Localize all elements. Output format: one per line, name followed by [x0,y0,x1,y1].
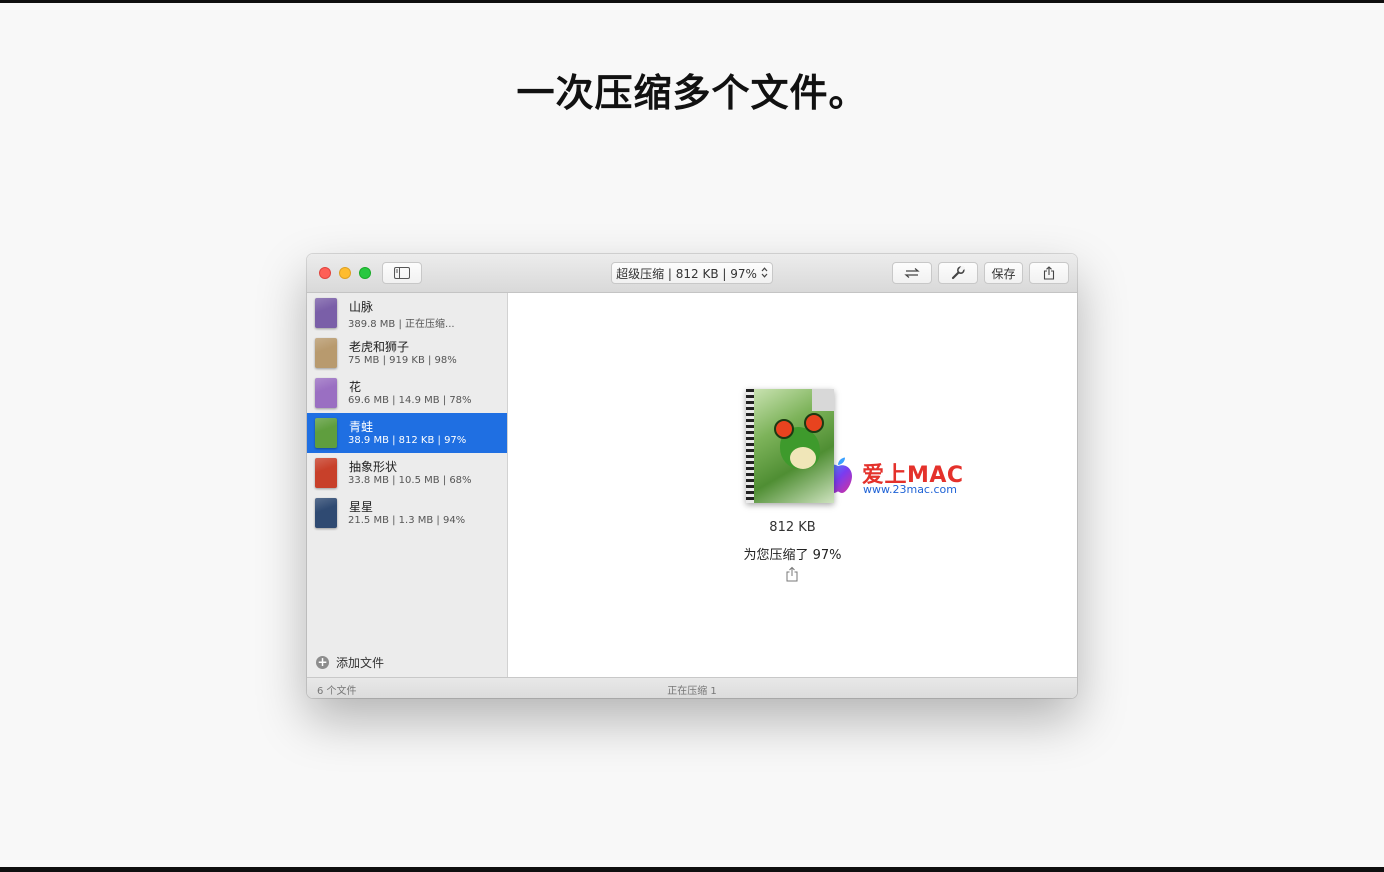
updown-chevron-icon [761,266,768,280]
title-bar: 超级压缩 | 812 KB | 97% 保存 [307,254,1077,293]
file-thumbnail [315,298,337,328]
save-button[interactable]: 保存 [984,262,1023,284]
compressed-size: 812 KB [769,520,816,535]
file-name: 星星 [349,500,374,514]
zoom-button[interactable] [359,267,371,279]
file-name: 青蛙 [349,420,374,434]
file-thumbnail [315,378,337,408]
add-file-label: 添加文件 [336,655,385,670]
compression-mode-label: 超级压缩 | 812 KB | 97% [616,266,757,281]
swap-arrows-icon [904,268,920,278]
share-icon[interactable] [785,566,799,582]
app-window: 超级压缩 | 812 KB | 97% 保存 山脉 389.8 MB | 正在压… [307,254,1077,698]
file-item-mountain[interactable]: 山脉 389.8 MB | 正在压缩... [307,293,507,333]
page-fold [812,389,834,411]
add-file-button[interactable]: + 添加文件 [316,654,384,670]
top-border [0,0,1384,3]
wrench-icon [951,266,965,280]
compressed-file-preview [746,389,834,503]
watermark: 爱上MAC www.23mac.com [821,454,1021,499]
compression-mode-select[interactable]: 超级压缩 | 812 KB | 97% [611,262,773,284]
file-thumbnail [315,418,337,448]
minimize-button[interactable] [339,267,351,279]
status-bar: 6 个文件 正在压缩 1 [307,677,1077,698]
file-meta: 21.5 MB | 1.3 MB | 94% [348,515,466,526]
bottom-border [0,867,1384,872]
frog-eye [774,419,794,439]
file-meta: 75 MB | 919 KB | 98% [348,355,457,366]
film-edge [746,389,754,503]
sidebar-toggle-button[interactable] [382,262,422,284]
file-item-frog[interactable]: 青蛙 38.9 MB | 812 KB | 97% [307,413,507,453]
frog-eye [804,413,824,433]
preview-pane: 爱上MAC www.23mac.com 812 KB 为您压缩了 97% [508,293,1077,677]
file-item-flower[interactable]: 花 69.6 MB | 14.9 MB | 78% [307,373,507,413]
file-item-tiger-lion[interactable]: 老虎和狮子 75 MB | 919 KB | 98% [307,333,507,373]
file-item-stars[interactable]: 星星 21.5 MB | 1.3 MB | 94% [307,493,507,533]
page-headline: 一次压缩多个文件。 [516,71,868,115]
compression-status: 正在压缩 1 [667,686,717,697]
share-button[interactable] [1029,262,1069,284]
sidebar-icon [394,267,410,279]
share-icon [1043,266,1055,280]
close-button[interactable] [319,267,331,279]
file-item-abstract-shapes[interactable]: 抽象形状 33.8 MB | 10.5 MB | 68% [307,453,507,493]
file-sidebar: 山脉 389.8 MB | 正在压缩... 老虎和狮子 75 MB | 919 … [307,293,508,677]
file-name: 老虎和狮子 [349,340,410,354]
file-thumbnail [315,458,337,488]
plus-circle-icon: + [316,654,329,669]
file-meta: 69.6 MB | 14.9 MB | 78% [348,395,472,406]
file-name: 抽象形状 [349,460,398,474]
watermark-url: www.23mac.com [863,483,957,496]
file-meta: 33.8 MB | 10.5 MB | 68% [348,475,472,486]
savings-text: 为您压缩了 97% [743,548,842,563]
convert-button[interactable] [892,262,932,284]
file-name: 花 [349,380,362,394]
file-thumbnail [315,498,337,528]
file-thumbnail [315,338,337,368]
file-meta: 389.8 MB | 正在压缩... [348,319,455,330]
file-meta: 38.9 MB | 812 KB | 97% [348,435,467,446]
file-name: 山脉 [349,300,374,314]
settings-button[interactable] [938,262,978,284]
frog-belly [790,447,816,469]
